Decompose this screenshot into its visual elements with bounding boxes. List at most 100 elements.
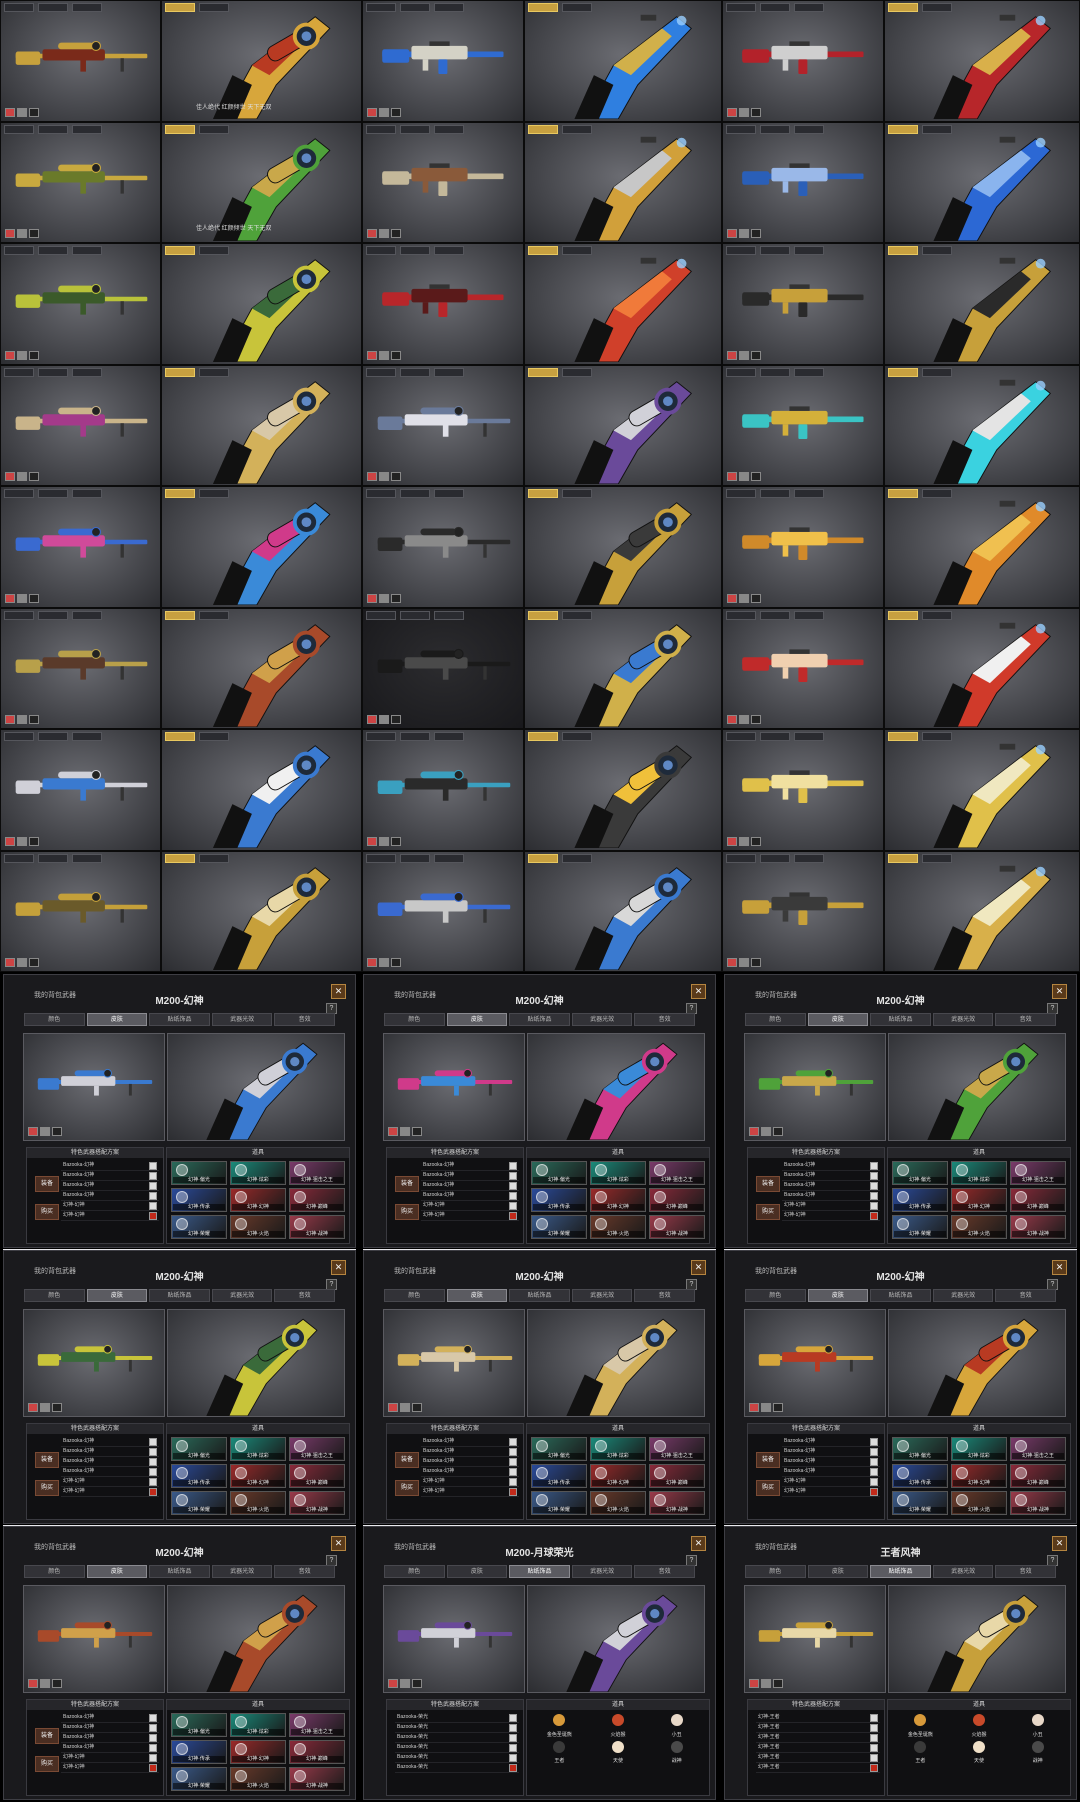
tab-5[interactable]: 音效 [634, 1013, 695, 1026]
skin-preview-cell[interactable] [161, 486, 362, 608]
scheme-row[interactable]: 幻神-王者 [756, 1733, 880, 1743]
color-swatch[interactable] [17, 107, 27, 117]
spray-item[interactable]: 幻神·巅峰 [289, 1740, 345, 1764]
equip-button[interactable]: 装备 [35, 1452, 59, 1468]
color-swatch[interactable] [29, 229, 39, 238]
view-tab[interactable] [726, 732, 756, 741]
buy-button[interactable]: 购买 [395, 1204, 419, 1220]
spray-item[interactable]: 幻神·幻神 [951, 1188, 1007, 1212]
color-swatch[interactable] [773, 1403, 783, 1412]
color-swatch[interactable] [751, 350, 761, 360]
view-tab[interactable] [794, 124, 824, 134]
color-swatch[interactable] [5, 472, 15, 481]
view-tab-bar[interactable] [726, 367, 824, 377]
scheme-row[interactable]: Bazooka-幻神 [61, 1437, 159, 1447]
tab-1[interactable]: 颜色 [24, 1289, 85, 1302]
spray-item[interactable]: 幻神·巅峰 [1010, 1464, 1066, 1488]
view-tab-bar[interactable] [4, 853, 102, 863]
scheme-row[interactable]: 幻神-幻神 [61, 1487, 159, 1497]
tab-3[interactable]: 贴纸饰品 [509, 1289, 570, 1302]
scheme-checkbox[interactable] [870, 1212, 878, 1220]
color-swatches[interactable] [367, 593, 401, 603]
scheme-checkbox[interactable] [149, 1744, 157, 1752]
spray-item[interactable]: 幻神·传承 [171, 1188, 227, 1212]
view-tab[interactable] [794, 610, 824, 620]
equip-button[interactable]: 装备 [395, 1176, 419, 1192]
color-swatch[interactable] [751, 107, 761, 117]
scheme-checkbox[interactable] [509, 1734, 517, 1742]
view-tab[interactable] [726, 367, 756, 377]
spray-item[interactable]: 幻神·炫彩 [951, 1437, 1007, 1461]
view-tab[interactable] [726, 853, 756, 863]
view-tab[interactable] [4, 246, 34, 255]
color-swatch[interactable] [727, 715, 737, 724]
spray-item[interactable]: 幻神·巅峰 [289, 1188, 345, 1212]
color-swatch[interactable] [5, 350, 15, 360]
skin-preview-cell[interactable] [362, 729, 524, 851]
scheme-checkbox[interactable] [149, 1724, 157, 1732]
color-swatch[interactable] [751, 593, 761, 603]
spray-item[interactable]: 幻神·幻神 [230, 1188, 286, 1212]
skin-preview-cell[interactable] [161, 243, 362, 365]
skin-preview-cell[interactable] [362, 486, 524, 608]
color-swatch[interactable] [5, 836, 15, 846]
buy-button[interactable]: 购买 [395, 1480, 419, 1496]
scheme-checkbox[interactable] [149, 1212, 157, 1220]
view-tab[interactable] [400, 124, 430, 134]
tab-3[interactable]: 贴纸饰品 [149, 1013, 210, 1026]
charm-item[interactable]: 小丑 [648, 1713, 705, 1738]
color-swatch[interactable] [379, 836, 389, 846]
color-swatch[interactable] [367, 958, 377, 967]
color-swatch[interactable] [379, 472, 389, 481]
scheme-row[interactable]: Bazooka-幻神 [61, 1713, 159, 1723]
view-tab-bar[interactable] [366, 124, 464, 134]
scheme-row[interactable]: 幻神-幻神 [61, 1753, 159, 1763]
skin-preview-cell[interactable]: 佳人绝代 红颜倾世 天下无双 [161, 121, 362, 243]
scheme-checkbox[interactable] [509, 1744, 517, 1752]
scheme-checkbox[interactable] [509, 1478, 517, 1486]
scheme-row[interactable]: 幻神-幻神 [421, 1477, 519, 1487]
tab-5[interactable]: 音效 [995, 1013, 1056, 1026]
view-tab-bar[interactable] [366, 610, 464, 620]
color-swatch[interactable] [17, 958, 27, 967]
buy-button[interactable]: 购买 [35, 1756, 59, 1772]
skin-preview-cell[interactable] [722, 364, 884, 486]
view-tab[interactable] [434, 610, 464, 620]
spray-item[interactable]: 幻神·荣耀 [892, 1491, 948, 1515]
spray-item[interactable]: 幻神·偏光 [531, 1161, 587, 1185]
color-swatches[interactable] [749, 1127, 783, 1136]
spray-item[interactable]: 幻神·传承 [171, 1464, 227, 1488]
color-swatch[interactable] [17, 836, 27, 846]
view-tab[interactable] [4, 489, 34, 498]
spray-item[interactable]: 幻神·偏光 [892, 1437, 948, 1461]
color-swatch[interactable] [400, 1127, 410, 1136]
spray-item[interactable]: 幻神·战神 [1010, 1491, 1066, 1515]
spray-item[interactable]: 幻神·火焰 [590, 1491, 646, 1515]
view-tab-bar[interactable] [366, 853, 464, 863]
tab-2[interactable]: 皮肤 [807, 1013, 869, 1026]
spray-item[interactable]: 幻神·炫彩 [590, 1161, 646, 1185]
view-tab[interactable] [72, 610, 102, 620]
color-swatch[interactable] [5, 593, 15, 603]
buy-button[interactable]: 购买 [756, 1204, 780, 1220]
skin-preview-cell[interactable] [362, 364, 524, 486]
skin-preview-cell[interactable] [524, 486, 722, 608]
color-swatch[interactable] [52, 1403, 62, 1412]
color-swatch[interactable] [379, 958, 389, 967]
scheme-checkbox[interactable] [149, 1734, 157, 1742]
view-tab[interactable] [794, 246, 824, 255]
scheme-row[interactable]: Bazooka-荣光 [395, 1743, 519, 1753]
view-tab[interactable] [760, 732, 790, 741]
color-swatch[interactable] [751, 472, 761, 481]
tab-2[interactable]: 皮肤 [446, 1013, 508, 1026]
buy-button[interactable]: 购买 [35, 1204, 59, 1220]
scheme-checkbox[interactable] [509, 1192, 517, 1200]
color-swatch[interactable] [29, 715, 39, 724]
view-tab[interactable] [72, 489, 102, 498]
scheme-checkbox[interactable] [870, 1202, 878, 1210]
color-swatches[interactable] [367, 958, 401, 967]
scheme-checkbox[interactable] [870, 1764, 878, 1772]
color-swatch[interactable] [391, 107, 401, 117]
spray-item[interactable]: 幻神·狙击之王 [1010, 1437, 1066, 1461]
tab-1[interactable]: 颜色 [745, 1289, 806, 1302]
